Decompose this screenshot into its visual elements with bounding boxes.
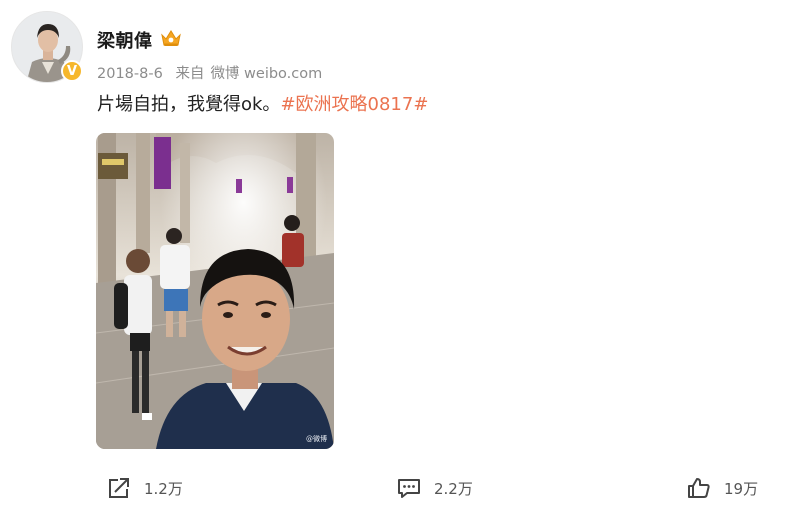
post-meta: 2018-8-6 来自 微博 weibo.com	[97, 62, 322, 83]
repost-icon	[109, 478, 129, 498]
thumbs-up-icon	[688, 478, 710, 498]
post-source[interactable]: 微博 weibo.com	[210, 66, 322, 82]
weibo-post-card: V 梁朝偉 2018-8-6 来自 微博 weibo.com 片場自拍，我覺得ok…	[0, 0, 800, 514]
post-text: 片場自拍，我覺得ok。#欧洲攻略0817#	[97, 90, 428, 116]
comment-icon	[398, 479, 420, 498]
repost-count: 1.2万	[144, 479, 183, 498]
user-name[interactable]: 梁朝偉	[97, 27, 153, 53]
post-date[interactable]: 2018-8-6	[97, 66, 163, 82]
avatar-container[interactable]: V	[11, 11, 83, 83]
repost-button[interactable]: 1.2万	[106, 470, 183, 506]
svg-text:@微博: @微博	[306, 434, 327, 443]
vip-crown-icon[interactable]	[160, 28, 182, 48]
action-bar: 1.2万 2.2万 19万	[0, 470, 800, 506]
post-photo[interactable]: @微博	[96, 133, 334, 449]
post-body: 片場自拍，我覺得ok。	[97, 94, 281, 115]
hashtag-link[interactable]: #欧洲攻略0817#	[280, 94, 428, 115]
like-count: 19万	[724, 479, 759, 498]
comment-count: 2.2万	[434, 479, 473, 498]
comment-button[interactable]: 2.2万	[396, 470, 473, 506]
source-prefix: 来自	[175, 66, 205, 82]
like-button[interactable]: 19万	[686, 470, 758, 506]
verified-icon: V	[61, 60, 83, 82]
